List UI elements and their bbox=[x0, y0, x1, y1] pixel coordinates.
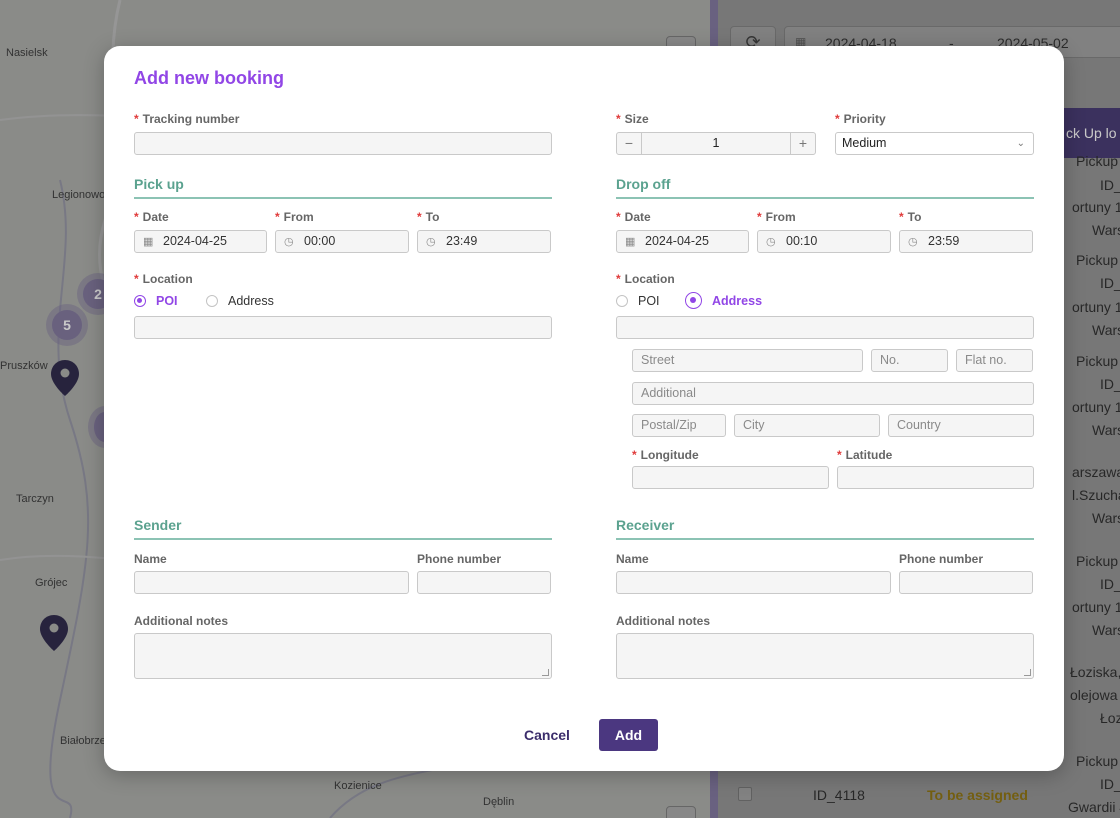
street-input[interactable]: Street bbox=[632, 349, 863, 372]
divider bbox=[616, 197, 1034, 199]
pickup-date-input[interactable]: ▦ 2024-04-25 bbox=[134, 230, 267, 253]
sender-name-input[interactable] bbox=[134, 571, 409, 594]
dropoff-from-label: * From bbox=[757, 210, 796, 224]
pickup-date-label: * Date bbox=[134, 210, 169, 224]
dropoff-from-input[interactable]: ◷ 00:10 bbox=[757, 230, 891, 253]
pickup-address-radio[interactable]: Address bbox=[206, 294, 274, 308]
pickup-from-input[interactable]: ◷ 00:00 bbox=[275, 230, 409, 253]
receiver-name-label: Name bbox=[616, 552, 649, 566]
increment-button[interactable]: + bbox=[791, 133, 815, 154]
calendar-icon: ▦ bbox=[143, 236, 154, 248]
pickup-poi-select[interactable] bbox=[134, 316, 552, 339]
receiver-notes-label: Additional notes bbox=[616, 614, 710, 628]
street-number-input[interactable]: No. bbox=[871, 349, 948, 372]
sender-notes-textarea[interactable] bbox=[134, 633, 552, 679]
longitude-input[interactable] bbox=[632, 466, 829, 489]
receiver-phone-label: Phone number bbox=[899, 552, 984, 566]
dropoff-location-label: * Location bbox=[616, 272, 675, 286]
priority-select[interactable]: Medium ⌄ bbox=[835, 132, 1034, 155]
sender-phone-input[interactable] bbox=[417, 571, 551, 594]
receiver-section-title: Receiver bbox=[616, 517, 675, 533]
divider bbox=[134, 538, 552, 540]
pickup-section-title: Pick up bbox=[134, 176, 184, 192]
clock-icon: ◷ bbox=[766, 236, 776, 248]
flat-number-input[interactable]: Flat no. bbox=[956, 349, 1033, 372]
radio-selected-icon bbox=[134, 295, 146, 307]
dropoff-date-label: * Date bbox=[616, 210, 651, 224]
pickup-to-label: * To bbox=[417, 210, 440, 224]
dropoff-to-input[interactable]: ◷ 23:59 bbox=[899, 230, 1033, 253]
sender-name-label: Name bbox=[134, 552, 167, 566]
receiver-name-input[interactable] bbox=[616, 571, 891, 594]
add-button[interactable]: Add bbox=[599, 719, 658, 751]
clock-icon: ◷ bbox=[426, 236, 436, 248]
postal-code-input[interactable]: Postal/Zip bbox=[632, 414, 726, 437]
clock-icon: ◷ bbox=[284, 236, 294, 248]
latitude-label: * Latitude bbox=[837, 448, 893, 462]
dropoff-date-input[interactable]: ▦ 2024-04-25 bbox=[616, 230, 749, 253]
size-stepper[interactable]: − 1 + bbox=[616, 132, 816, 155]
tracking-number-input[interactable] bbox=[134, 132, 552, 155]
longitude-label: * Longitude bbox=[632, 448, 699, 462]
dropoff-poi-radio[interactable]: POI bbox=[616, 294, 660, 308]
tracking-number-label: * Tracking number bbox=[134, 112, 240, 126]
dropoff-address-search[interactable] bbox=[616, 316, 1034, 339]
pickup-from-label: * From bbox=[275, 210, 314, 224]
radio-selected-icon bbox=[685, 292, 702, 309]
pickup-location-label: * Location bbox=[134, 272, 193, 286]
priority-label: * Priority bbox=[835, 112, 886, 126]
sender-notes-label: Additional notes bbox=[134, 614, 228, 628]
divider bbox=[616, 538, 1034, 540]
divider bbox=[134, 197, 552, 199]
cancel-button[interactable]: Cancel bbox=[514, 719, 580, 751]
pickup-to-input[interactable]: ◷ 23:49 bbox=[417, 230, 551, 253]
country-input[interactable]: Country bbox=[888, 414, 1034, 437]
clock-icon: ◷ bbox=[908, 236, 918, 248]
latitude-input[interactable] bbox=[837, 466, 1034, 489]
dialog-title: Add new booking bbox=[134, 68, 284, 88]
priority-value: Medium bbox=[842, 136, 887, 150]
dropoff-to-label: * To bbox=[899, 210, 922, 224]
receiver-phone-input[interactable] bbox=[899, 571, 1033, 594]
dropoff-section-title: Drop off bbox=[616, 176, 671, 192]
add-booking-dialog: Add new booking * Tracking number * Size −… bbox=[104, 46, 1064, 771]
chevron-down-icon: ⌄ bbox=[1016, 138, 1025, 149]
city-input[interactable]: City bbox=[734, 414, 880, 437]
dropoff-address-radio[interactable]: Address bbox=[685, 292, 762, 309]
radio-empty-icon bbox=[206, 295, 218, 307]
calendar-icon: ▦ bbox=[625, 236, 636, 248]
decrement-button[interactable]: − bbox=[617, 133, 641, 154]
pickup-poi-radio[interactable]: POI bbox=[134, 294, 178, 308]
receiver-notes-textarea[interactable] bbox=[616, 633, 1034, 679]
size-value[interactable]: 1 bbox=[641, 133, 791, 154]
additional-address-input[interactable]: Additional bbox=[632, 382, 1034, 405]
sender-section-title: Sender bbox=[134, 517, 182, 533]
sender-phone-label: Phone number bbox=[417, 552, 502, 566]
radio-empty-icon bbox=[616, 295, 628, 307]
size-label: * Size bbox=[616, 112, 649, 126]
